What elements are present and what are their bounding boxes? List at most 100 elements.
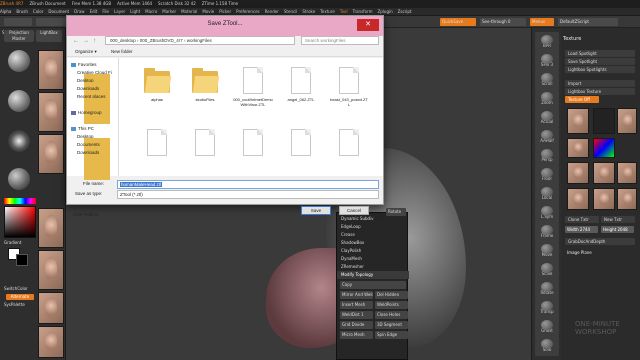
grab-doc-and-depth-button[interactable]: GrabDocAndDepth bbox=[565, 238, 635, 245]
secondary-color-swatch[interactable] bbox=[16, 254, 28, 266]
clone-texture-button[interactable]: Clone Txtr bbox=[565, 216, 599, 223]
shelf-scale-button[interactable]: Scale bbox=[535, 260, 559, 280]
see-through-slider[interactable]: See-through 0 bbox=[480, 18, 526, 26]
texture-thumb[interactable] bbox=[593, 138, 615, 158]
menu-zplugin[interactable]: Zplugin bbox=[378, 9, 393, 14]
save-type-select[interactable]: ZTool (*.ztl) bbox=[117, 190, 379, 199]
projection-master-button[interactable]: Projection Master bbox=[4, 30, 34, 42]
reference-image-thumb[interactable] bbox=[38, 292, 64, 324]
menu-picker[interactable]: Picker bbox=[219, 9, 231, 14]
folder-item[interactable]: alphas bbox=[137, 64, 177, 124]
nav-item[interactable]: Recent places bbox=[77, 94, 110, 124]
shelf-ghost-button[interactable]: Ghost bbox=[535, 317, 559, 337]
alpha-thumbnail[interactable] bbox=[8, 130, 30, 152]
back-arrow-icon[interactable]: ← bbox=[73, 37, 79, 45]
menu-preferences[interactable]: Preferences bbox=[236, 9, 260, 14]
tool-menu-item[interactable]: Crease bbox=[337, 231, 409, 239]
lightbox-button[interactable]: LightBox bbox=[36, 30, 62, 42]
organize-button[interactable]: Organize ▾ bbox=[75, 48, 97, 56]
save-spotlight-button[interactable]: Save Spotlight bbox=[565, 58, 635, 65]
quicksave-button[interactable]: QuickSave bbox=[440, 18, 476, 26]
menu-material[interactable]: Material bbox=[181, 9, 197, 14]
tool-menu-button[interactable]: Grid Divide bbox=[340, 321, 373, 329]
menu-transform[interactable]: Transform bbox=[353, 9, 373, 14]
texture-thumb[interactable] bbox=[593, 162, 615, 184]
import-button[interactable]: Import bbox=[565, 80, 635, 87]
nav-item[interactable]: Desktop bbox=[77, 78, 110, 108]
rotate-button[interactable]: Rotate bbox=[386, 208, 406, 216]
tool-menu-item[interactable]: ZRemesher bbox=[337, 263, 409, 271]
tool-menu-button[interactable]: Spin Edge bbox=[375, 331, 408, 339]
file-item[interactable] bbox=[233, 126, 273, 176]
shelf-l-sym-button[interactable]: L.Sym bbox=[535, 203, 559, 223]
texture-height-slider[interactable]: Height 2048 bbox=[601, 226, 634, 233]
menu-texture[interactable]: Texture bbox=[320, 9, 335, 14]
file-name-value[interactable]: humanMaleHead.ztl bbox=[120, 182, 163, 187]
menu-tool[interactable]: Tool bbox=[340, 9, 348, 14]
shelf-bpr-button[interactable]: BPR bbox=[535, 32, 559, 52]
tool-menu-item[interactable]: EdgeLoop bbox=[337, 223, 409, 231]
tool-menu-button[interactable]: 3D Segment bbox=[375, 321, 408, 329]
reference-image-thumb[interactable] bbox=[38, 134, 64, 174]
shelf-frame-button[interactable]: Frame bbox=[535, 222, 559, 242]
shelf-actual-button[interactable]: Actual bbox=[535, 108, 559, 128]
image-plane-label[interactable]: Image Plane bbox=[567, 250, 592, 255]
file-item[interactable]: 000_coolHelmetDemoWithVisor.ZTL bbox=[233, 64, 273, 124]
shelf-scroll-button[interactable]: Scroll bbox=[535, 70, 559, 90]
tool-menu-item[interactable]: DynaMesh bbox=[337, 255, 409, 263]
search-input[interactable]: Search workingFiles bbox=[301, 36, 379, 45]
menu-document[interactable]: Document bbox=[48, 9, 69, 14]
texture-thumb[interactable] bbox=[617, 108, 637, 134]
up-arrow-icon[interactable]: ↑ bbox=[93, 37, 96, 45]
tool-menu-item[interactable]: Dynamic Subdiv bbox=[337, 215, 409, 223]
shelf-aahalf-button[interactable]: AAHalf bbox=[535, 127, 559, 147]
stroke-thumbnail[interactable] bbox=[8, 90, 30, 112]
menus-toggle[interactable]: Menus bbox=[530, 18, 554, 26]
alternate-button[interactable]: Alternate bbox=[6, 294, 34, 300]
new-texture-button[interactable]: New Txtr bbox=[601, 216, 635, 223]
sys-palette-label[interactable]: SysPalette bbox=[4, 302, 25, 307]
file-item[interactable]: beast_043_posed.ZTL bbox=[329, 64, 369, 124]
toolstrip-button[interactable] bbox=[4, 18, 32, 26]
cancel-button[interactable]: Cancel bbox=[339, 206, 369, 215]
tool-menu-button[interactable]: Insert Mesh bbox=[340, 301, 373, 309]
save-button[interactable]: Save bbox=[301, 206, 331, 215]
address-bar[interactable]: 000_desktop › 000_ZBrushDVD_4r7 › workin… bbox=[105, 36, 295, 45]
dialog-title-bar[interactable]: Save ZTool... ✕ bbox=[67, 16, 383, 36]
nav-item[interactable]: Favorites bbox=[71, 62, 97, 67]
menu-movie[interactable]: Movie bbox=[202, 9, 214, 14]
tool-menu-item[interactable]: ClayPolish bbox=[337, 247, 409, 255]
menu-edit[interactable]: Edit bbox=[90, 9, 98, 14]
new-folder-button[interactable]: New folder bbox=[111, 48, 133, 56]
file-item[interactable]: angel_062.ZTL bbox=[281, 64, 321, 124]
file-item[interactable] bbox=[281, 126, 321, 176]
nav-item[interactable]: Documents bbox=[77, 142, 110, 172]
modify-topology-header[interactable]: Modify Topology bbox=[337, 271, 409, 279]
shelf-rotate-button[interactable]: Rotate bbox=[535, 279, 559, 299]
menu-brush[interactable]: Brush bbox=[16, 9, 28, 14]
texture-thumb[interactable] bbox=[567, 138, 589, 158]
shelf-transp-button[interactable]: Transp bbox=[535, 298, 559, 318]
reference-image-thumb[interactable] bbox=[38, 92, 64, 132]
load-spotlight-button[interactable]: Load Spotlight bbox=[565, 50, 635, 57]
shelf-zoom-button[interactable]: Zoom bbox=[535, 89, 559, 109]
material-thumbnail[interactable] bbox=[8, 168, 30, 190]
folder-item[interactable]: studioFiles bbox=[185, 64, 225, 124]
texture-thumb[interactable] bbox=[567, 188, 589, 210]
texture-off-button[interactable]: Texture Off bbox=[565, 96, 599, 103]
file-item[interactable] bbox=[185, 126, 225, 176]
nav-item[interactable]: Homegroup bbox=[71, 110, 102, 115]
texture-width-slider[interactable]: Width 2744 bbox=[565, 226, 598, 233]
tool-menu-button[interactable]: Mirror And Weld bbox=[340, 291, 373, 299]
shelf-persp-button[interactable]: Persp bbox=[535, 146, 559, 166]
file-item[interactable] bbox=[329, 126, 369, 176]
menu-render[interactable]: Render bbox=[265, 9, 279, 14]
menu-macro[interactable]: Macro bbox=[145, 9, 157, 14]
tool-menu-button[interactable]: Micro Mesh bbox=[340, 331, 373, 339]
nav-item[interactable]: Creative Cloud Fi bbox=[77, 70, 112, 100]
tool-menu-button[interactable]: Del Hidden bbox=[375, 291, 408, 299]
shelf-local-button[interactable]: Local bbox=[535, 184, 559, 204]
shelf-spix-3-button[interactable]: SPix 3 bbox=[535, 51, 559, 71]
tool-menu-item[interactable]: ShadowBox bbox=[337, 239, 409, 247]
texture-thumb[interactable] bbox=[593, 188, 615, 210]
